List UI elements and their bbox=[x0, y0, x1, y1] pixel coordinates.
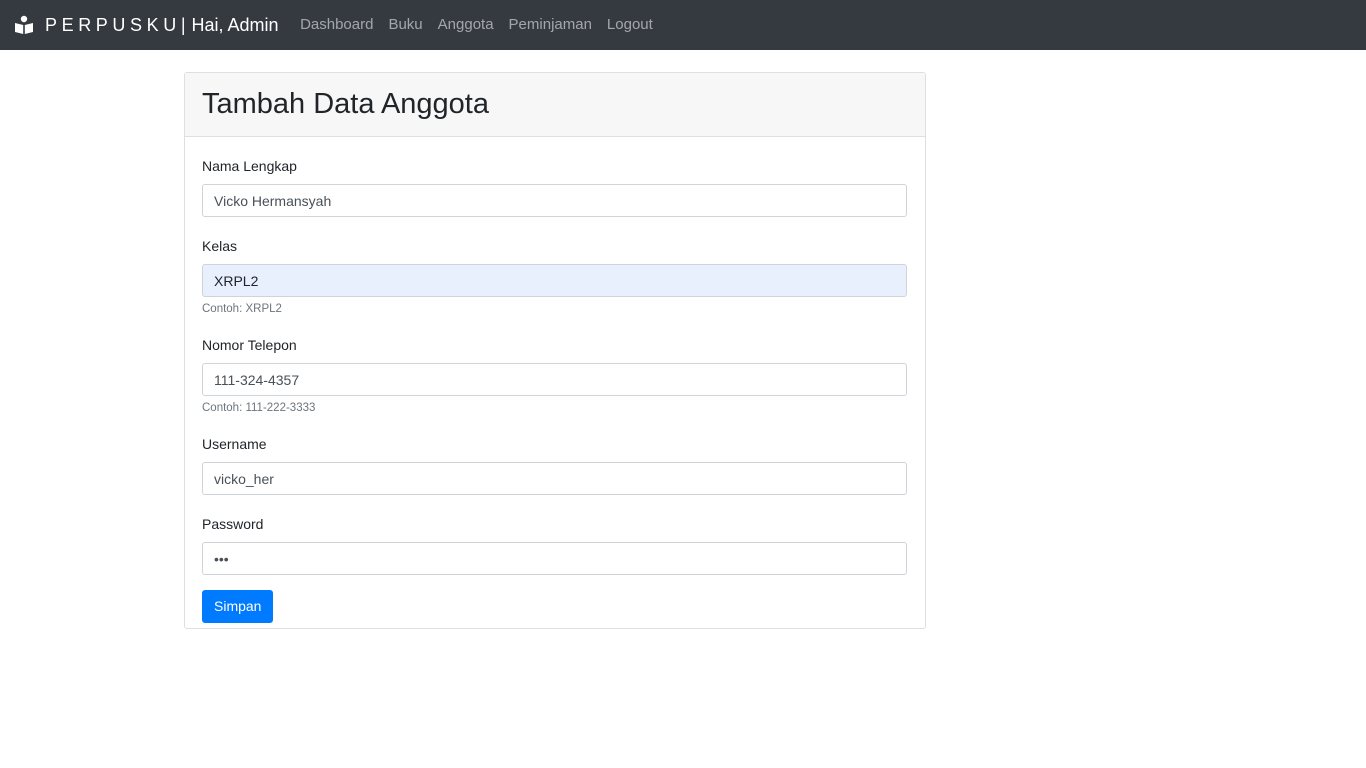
username-group: Username bbox=[202, 435, 907, 495]
kelas-hint: Contoh: XRPL2 bbox=[202, 303, 282, 315]
password-group: Password bbox=[202, 515, 907, 575]
card-body: Nama Lengkap Kelas Contoh: XRPL2 Nomor T… bbox=[185, 137, 925, 623]
page-title: Tambah Data Anggota bbox=[202, 88, 489, 120]
password-input[interactable] bbox=[202, 542, 907, 575]
username-label: Username bbox=[202, 436, 267, 452]
nav-link-buku[interactable]: Buku bbox=[381, 0, 430, 50]
kelas-group: Kelas Contoh: XRPL2 bbox=[202, 237, 907, 316]
kelas-input[interactable] bbox=[202, 264, 907, 297]
simpan-button[interactable]: Simpan bbox=[202, 590, 274, 623]
nama-group: Nama Lengkap bbox=[202, 157, 907, 217]
telepon-group: Nomor Telepon Contoh: 111-222-3333 bbox=[202, 336, 907, 415]
greeting: Hai, Admin bbox=[191, 14, 279, 35]
nama-input[interactable] bbox=[202, 184, 907, 217]
nav-link-anggota[interactable]: Anggota bbox=[430, 0, 501, 50]
card-header: Tambah Data Anggota bbox=[185, 73, 925, 137]
username-input[interactable] bbox=[202, 462, 907, 495]
nav-link-peminjaman[interactable]: Peminjaman bbox=[501, 0, 599, 50]
nav-link-logout[interactable]: Logout bbox=[599, 0, 660, 50]
nama-label: Nama Lengkap bbox=[202, 158, 297, 174]
form-card: Tambah Data Anggota Nama Lengkap Kelas C… bbox=[184, 72, 926, 629]
password-label: Password bbox=[202, 516, 264, 532]
brand-separator: | bbox=[180, 14, 186, 35]
top-navbar: PERPUSKU | Hai, Admin Dashboard Buku Ang… bbox=[0, 0, 1366, 50]
brand[interactable]: PERPUSKU | Hai, Admin bbox=[14, 0, 279, 50]
nav-links: Dashboard Buku Anggota Peminjaman Logout bbox=[293, 0, 661, 50]
kelas-label: Kelas bbox=[202, 238, 238, 254]
book-reader-icon bbox=[14, 15, 34, 35]
nav-link-dashboard[interactable]: Dashboard bbox=[293, 0, 381, 50]
telepon-hint: Contoh: 111-222-3333 bbox=[202, 402, 316, 414]
brand-name: PERPUSKU bbox=[45, 14, 181, 35]
telepon-input[interactable] bbox=[202, 363, 907, 396]
telepon-label: Nomor Telepon bbox=[202, 337, 297, 353]
